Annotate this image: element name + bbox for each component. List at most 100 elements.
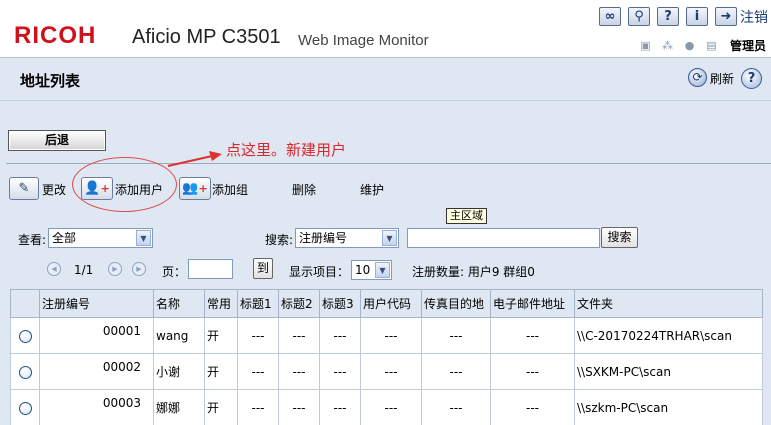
chevron-down-icon: ▼ <box>375 262 390 278</box>
table-header-row: 注册编号 名称 常用 标题1 标题2 标题3 用户代码 传真目的地 电子邮件地址… <box>10 289 763 318</box>
search-input[interactable] <box>407 228 600 248</box>
add-group-icon[interactable]: 👥+ <box>179 177 211 200</box>
cell-title2: --- <box>278 389 320 425</box>
cell-name: 娜娜 <box>153 389 205 425</box>
cell-title2: --- <box>278 317 320 354</box>
network-icon: ⁂ <box>662 39 673 52</box>
cell-fax-dest: --- <box>421 317 491 354</box>
registration-count: 注册数量: 用户9 群组0 <box>412 265 535 279</box>
cell-frequent: 开 <box>204 317 238 354</box>
maintain-button[interactable]: 维护 <box>360 181 384 198</box>
row-radio-cell[interactable] <box>10 353 40 390</box>
row-radio-cell[interactable] <box>10 389 40 425</box>
search-button[interactable]: 搜索 <box>601 227 638 248</box>
col-frequent[interactable]: 常用 <box>204 289 238 318</box>
lock-icon: ▣ <box>640 39 651 52</box>
cell-reg-no: 00002 <box>39 353 154 390</box>
cell-title3: --- <box>319 389 361 425</box>
cell-fax-dest: --- <box>421 389 491 425</box>
refresh-link[interactable]: 刷新 <box>710 70 734 87</box>
device-model: Aficio MP C3501 <box>132 26 281 48</box>
col-fax-dest[interactable]: 传真目的地 <box>421 289 491 318</box>
cell-email: --- <box>490 389 575 425</box>
annotation-arrow <box>167 151 222 167</box>
search-icon[interactable]: ⚲ <box>628 7 650 26</box>
view-select-value: 全部 <box>52 231 77 245</box>
display-items-select[interactable]: 10 ▼ <box>351 260 392 280</box>
table-row[interactable]: 00003 娜娜 开 --- --- --- --- --- --- \\szk… <box>10 389 763 425</box>
next-page-icon[interactable]: ▶ <box>108 262 122 276</box>
edit-button[interactable]: 更改 <box>42 181 66 198</box>
prev-page-icon[interactable]: ◀ <box>47 262 61 276</box>
table-row[interactable]: 00002 小谢 开 --- --- --- --- --- --- \\SXK… <box>10 353 763 390</box>
ricoh-logo: RICOH <box>14 22 97 49</box>
help-icon[interactable]: ? <box>657 7 679 26</box>
header-bar <box>0 0 771 58</box>
col-name[interactable]: 名称 <box>153 289 205 318</box>
cell-title1: --- <box>237 317 279 354</box>
row-radio-cell[interactable] <box>10 317 40 354</box>
cell-folder: \\szkm-PC\scan <box>574 389 763 425</box>
add-group-button[interactable]: 添加组 <box>212 181 248 198</box>
cell-email: --- <box>490 317 575 354</box>
document-icon: ▤ <box>706 39 717 52</box>
cell-frequent: 开 <box>204 353 238 390</box>
view-select[interactable]: 全部 ▼ <box>48 228 153 248</box>
cell-folder: \\SXKM-PC\scan <box>574 353 763 390</box>
cell-frequent: 开 <box>204 389 238 425</box>
row-radio[interactable] <box>18 401 32 415</box>
link-icon[interactable]: ∞ <box>599 7 621 26</box>
address-table: 注册编号 名称 常用 标题1 标题2 标题3 用户代码 传真目的地 电子邮件地址… <box>10 289 763 425</box>
delete-button[interactable]: 删除 <box>292 181 316 198</box>
cell-title3: --- <box>319 353 361 390</box>
cell-reg-no: 00003 <box>39 389 154 425</box>
admin-label: 管理员 <box>730 39 767 53</box>
cell-user-code: --- <box>360 353 422 390</box>
cell-email: --- <box>490 353 575 390</box>
col-title2[interactable]: 标题2 <box>278 289 320 318</box>
search-by-value: 注册编号 <box>299 231 348 245</box>
table-row[interactable]: 00001 wang 开 --- --- --- --- --- --- \\C… <box>10 317 763 354</box>
add-user-icon[interactable]: 👤+ <box>81 177 113 200</box>
page-title: 地址列表 <box>20 72 81 90</box>
chevron-down-icon: ▼ <box>382 230 397 246</box>
row-radio[interactable] <box>18 365 32 379</box>
tooltip: 主区域 <box>446 208 487 224</box>
cell-fax-dest: --- <box>421 353 491 390</box>
view-label: 查看: <box>18 233 47 247</box>
row-radio[interactable] <box>18 329 32 343</box>
col-title3[interactable]: 标题3 <box>319 289 361 318</box>
search-by-select[interactable]: 注册编号 ▼ <box>295 228 399 248</box>
chevron-down-icon: ▼ <box>136 230 151 246</box>
col-folder[interactable]: 文件夹 <box>574 289 763 318</box>
col-email[interactable]: 电子邮件地址 <box>490 289 575 318</box>
last-page-icon[interactable]: ▶ <box>132 262 146 276</box>
col-user-code[interactable]: 用户代码 <box>360 289 422 318</box>
cell-title2: --- <box>278 353 320 390</box>
page-input[interactable] <box>188 259 233 279</box>
info-icon[interactable]: i <box>686 7 708 26</box>
col-reg-no[interactable]: 注册编号 <box>39 289 154 318</box>
divider <box>0 100 771 101</box>
search-label: 搜索: <box>265 233 294 247</box>
cell-title3: --- <box>319 317 361 354</box>
page-help-icon[interactable]: ? <box>741 68 762 89</box>
back-button[interactable]: 后退 <box>8 130 106 151</box>
add-user-button[interactable]: 添加用户 <box>115 181 163 198</box>
product-name: Web Image Monitor <box>298 32 429 49</box>
page-label: 页： <box>162 265 187 279</box>
logout-link[interactable]: 注销 <box>740 7 768 27</box>
col-select <box>10 289 40 318</box>
refresh-icon[interactable]: ⟳ <box>688 68 707 87</box>
cell-user-code: --- <box>360 389 422 425</box>
cell-title1: --- <box>237 389 279 425</box>
cell-reg-no: 00001 <box>39 317 154 354</box>
user-icon: ● <box>684 39 695 52</box>
page-indicator: 1/1 <box>74 263 94 277</box>
cell-name: 小谢 <box>153 353 205 390</box>
go-button[interactable]: 到 <box>253 258 273 279</box>
col-title1[interactable]: 标题1 <box>237 289 279 318</box>
edit-icon[interactable]: ✎ <box>9 177 39 200</box>
cell-name: wang <box>153 317 205 354</box>
logout-icon[interactable]: ➜ <box>715 7 737 26</box>
